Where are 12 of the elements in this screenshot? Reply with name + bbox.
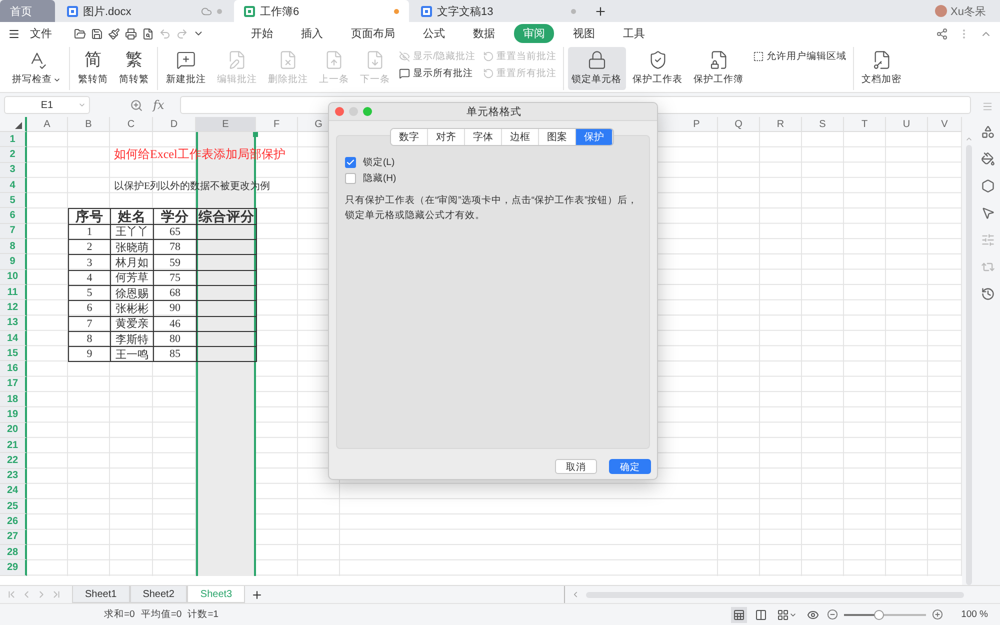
table-header-cell: 序号: [68, 208, 111, 225]
dialog-title: 单元格格式: [466, 104, 522, 118]
status-stat: 求和=0: [104, 608, 135, 621]
table-header-cell: 综合评分: [196, 208, 257, 225]
table-header-cell: 学分: [153, 208, 197, 225]
table-cell: 9: [68, 346, 111, 362]
status-stat: 平均值=0: [140, 608, 182, 621]
zoom-reading: 100 %: [961, 609, 988, 620]
table-cell: 王一鸣: [110, 346, 154, 362]
status-stat: 计数=1: [188, 608, 219, 621]
dialog-text: 只有保护工作表（在“审阅”选项卡中，点击“保护工作表”按钮）后，锁定单元格或隐藏公式才有效。: [345, 194, 639, 223]
table-header-cell: 姓名: [110, 208, 154, 225]
